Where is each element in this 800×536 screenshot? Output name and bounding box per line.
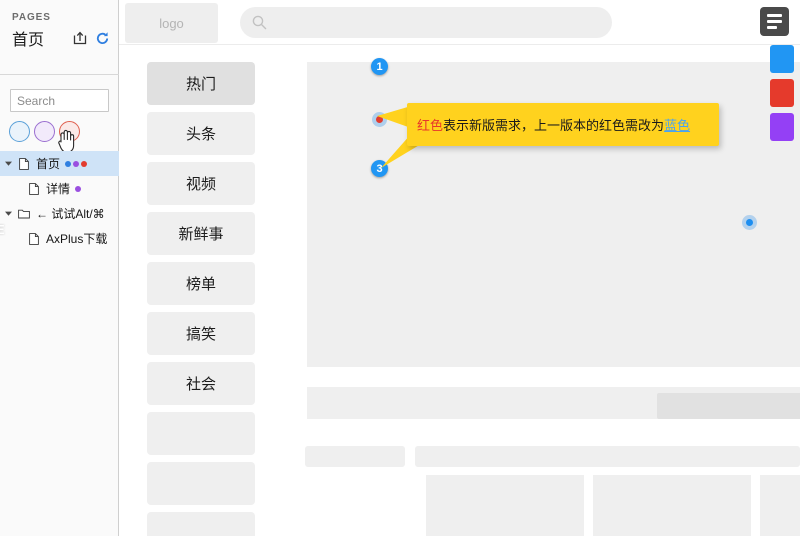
nav-item-bangdan[interactable]: 榜单 xyxy=(147,262,255,305)
annotation-badge-3[interactable]: 3 xyxy=(371,160,388,177)
page-icon xyxy=(16,158,32,170)
category-nav-list: 热门 头条 视频 新鲜事 榜单 搞笑 社会 xyxy=(147,62,255,536)
nav-item-toutiao[interactable]: 头条 xyxy=(147,112,255,155)
tree-item-xiangqing[interactable]: 详情 xyxy=(0,176,119,201)
chip-blue-icon[interactable] xyxy=(770,45,794,73)
dot-blue xyxy=(65,161,71,167)
chevron-down-icon[interactable] xyxy=(0,159,16,168)
app-root: PAGES 首页 xyxy=(0,0,800,536)
annotation-callout: 红色表示新版需求，上一版本的红色需改为蓝色 xyxy=(407,103,719,146)
panel-divider xyxy=(0,74,119,75)
pages-panel: PAGES 首页 xyxy=(0,0,119,536)
content-bar-placeholder[interactable] xyxy=(307,387,800,419)
nav-item-xinxianshi[interactable]: 新鲜事 xyxy=(147,212,255,255)
callout-text-red: 红色 xyxy=(417,115,443,134)
pages-panel-header: PAGES 首页 xyxy=(0,0,118,50)
nav-item-remen[interactable]: 热门 xyxy=(147,62,255,105)
card-placeholder-1[interactable] xyxy=(426,475,584,536)
callout-text-blue: 蓝色 xyxy=(664,115,690,134)
search-icon xyxy=(252,15,267,30)
swatch-purple-circle-icon[interactable] xyxy=(34,121,55,142)
color-chip-strip xyxy=(764,45,800,147)
export-icon[interactable] xyxy=(73,31,87,45)
pill-placeholder-right[interactable] xyxy=(415,446,800,467)
pages-eyebrow: PAGES xyxy=(12,12,118,23)
list-view-icon[interactable] xyxy=(760,7,789,36)
panel-header-actions xyxy=(73,31,110,46)
nav-item-placeholder-2[interactable] xyxy=(147,462,255,505)
chip-red-icon[interactable] xyxy=(770,79,794,107)
tree-item-label: AxPlus下载 xyxy=(46,230,107,247)
content-bar-inner-placeholder xyxy=(657,393,800,419)
prototype-canvas: logo 热门 头条 视频 新鲜事 榜单 搞笑 社会 xyxy=(119,0,800,536)
nav-item-placeholder-1[interactable] xyxy=(147,412,255,455)
logo-placeholder[interactable]: logo xyxy=(125,3,218,43)
card-placeholder-2[interactable] xyxy=(593,475,751,536)
tree-item-label: 首页 xyxy=(36,155,60,172)
chevron-down-icon[interactable] xyxy=(0,209,16,218)
nav-item-placeholder-3[interactable] xyxy=(147,512,255,536)
list-bar-2 xyxy=(767,20,782,23)
note-marker-blue-dot[interactable] xyxy=(742,215,757,230)
pages-title-row: 首页 xyxy=(12,26,118,50)
swatch-blue-circle-icon[interactable] xyxy=(9,121,30,142)
prototype-topbar: logo xyxy=(119,0,800,45)
red-dot-core xyxy=(376,116,383,123)
prototype-search-bar[interactable] xyxy=(240,7,612,38)
edge-artifact-text: E xyxy=(0,222,8,238)
page-icon xyxy=(26,233,42,245)
dot-purple xyxy=(75,186,81,192)
tree-item-folder-alt[interactable]: ← 试试Alt/⌘ xyxy=(0,201,119,226)
nav-item-shipin[interactable]: 视频 xyxy=(147,162,255,205)
tree-item-dots xyxy=(65,161,87,167)
pages-search-wrap xyxy=(10,89,109,112)
dot-purple xyxy=(73,161,79,167)
pill-placeholder-left[interactable] xyxy=(305,446,405,467)
annotation-badge-1[interactable]: 1 xyxy=(371,58,388,75)
list-bar-1 xyxy=(767,14,782,17)
callout-text-mid: 表示新版需求，上一版本的红色需改为 xyxy=(443,115,664,134)
nav-item-shehui[interactable]: 社会 xyxy=(147,362,255,405)
tree-item-axplus[interactable]: AxPlus下载 xyxy=(0,226,119,251)
pages-tree: 首页 详情 xyxy=(0,151,119,251)
search-input[interactable] xyxy=(10,89,109,112)
page-icon xyxy=(26,183,42,195)
tree-item-label: ← 试试Alt/⌘ xyxy=(36,205,105,222)
page-title: 首页 xyxy=(12,26,44,50)
dot-red xyxy=(81,161,87,167)
tree-item-dots xyxy=(75,186,81,192)
list-bar-3 xyxy=(767,26,777,29)
blue-dot-core xyxy=(746,219,753,226)
note-marker-red-dot[interactable] xyxy=(372,112,387,127)
chip-purple-icon[interactable] xyxy=(770,113,794,141)
refresh-icon[interactable] xyxy=(95,31,110,46)
tree-item-shouye[interactable]: 首页 xyxy=(0,151,119,176)
nav-item-gaoxiao[interactable]: 搞笑 xyxy=(147,312,255,355)
tree-item-label: 详情 xyxy=(46,180,70,197)
card-placeholder-3[interactable] xyxy=(760,475,800,536)
folder-icon xyxy=(16,208,32,219)
